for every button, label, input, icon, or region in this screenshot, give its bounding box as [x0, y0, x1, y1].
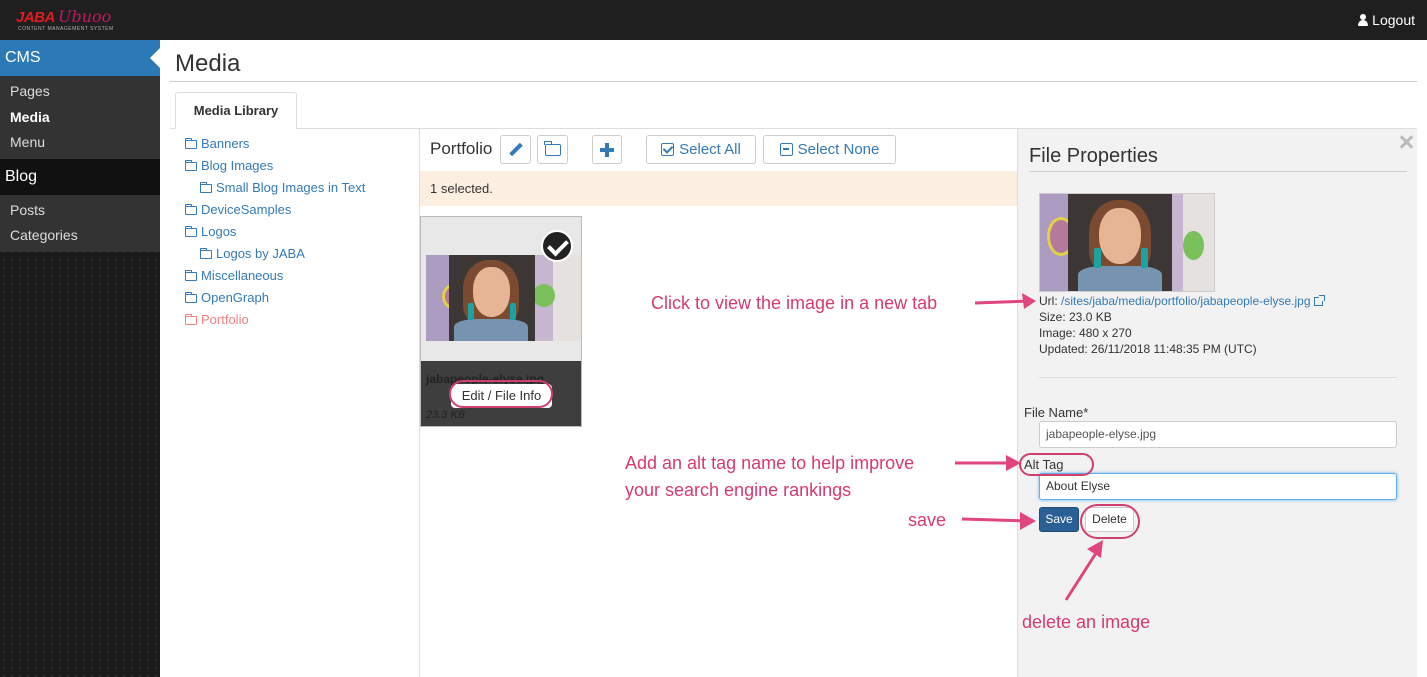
file-name-field[interactable]: jabapeople-elyse.jpg	[1039, 421, 1397, 448]
properties-divider-2	[1039, 377, 1397, 378]
delete-highlight	[1080, 504, 1140, 539]
annotation-view-image: Click to view the image in a new tab	[651, 293, 938, 313]
selection-status: 1 selected.	[420, 171, 1017, 206]
folder-label: Miscellaneous	[201, 268, 284, 283]
folder-blog-images[interactable]: Blog Images	[170, 155, 419, 177]
folder-logos-by-jaba[interactable]: Logos by JABA	[170, 243, 419, 265]
logo-text: JABA	[16, 9, 55, 26]
external-link-icon[interactable]	[1313, 295, 1325, 306]
cms-items: Pages Media Menu	[0, 76, 160, 159]
folder-icon	[200, 247, 212, 259]
folder-icon	[185, 291, 197, 303]
folder-logos[interactable]: Logos	[170, 221, 419, 243]
file-name-label: File Name*	[1024, 405, 1089, 420]
user-icon	[1358, 14, 1369, 26]
folder-icon	[185, 159, 197, 171]
folder-opengraph[interactable]: OpenGraph	[170, 287, 419, 309]
alt-tag-highlight	[1019, 453, 1094, 476]
annotation-delete: delete an image	[1022, 612, 1151, 632]
sidebar-item-media[interactable]: Media	[0, 105, 160, 131]
media-thumbnail[interactable]	[426, 255, 581, 341]
file-url: Url: /sites/jaba/media/portfolio/jabapeo…	[1039, 294, 1325, 308]
folder-icon	[200, 181, 212, 193]
check-square-icon	[661, 143, 675, 156]
select-none-button[interactable]: Select None	[763, 135, 896, 164]
sidebar-item-pages[interactable]: Pages	[0, 79, 160, 105]
plus-icon	[600, 142, 614, 157]
properties-thumbnail	[1039, 193, 1215, 292]
upload-button[interactable]	[592, 135, 622, 164]
folder-label: Portfolio	[201, 312, 249, 327]
edit-file-info-highlight	[449, 380, 553, 408]
pencil-icon	[509, 143, 523, 157]
page-title: Media	[175, 50, 241, 77]
select-none-label: Select None	[797, 141, 880, 158]
folder-icon	[185, 225, 197, 237]
annotation-save: save	[908, 510, 947, 530]
folder-label: Banners	[201, 136, 250, 151]
folder-open-icon	[544, 140, 561, 156]
rename-folder-button[interactable]	[500, 135, 531, 164]
file-url-link[interactable]: /sites/jaba/media/portfolio/jabapeople-e…	[1061, 294, 1311, 308]
folder-miscellaneous[interactable]: Miscellaneous	[170, 265, 419, 287]
media-toolbar: Portfolio Select All Select None	[420, 129, 1017, 170]
folder-label: OpenGraph	[201, 290, 269, 305]
jaba-logo[interactable]: JABA Ubuoo CONTENT MANAGEMENT SYSTEM	[14, 6, 124, 34]
sidebar: CMS Pages Media Menu Blog Posts Categori…	[0, 40, 160, 677]
select-all-label: Select All	[679, 141, 741, 158]
title-divider	[170, 81, 1417, 82]
sidebar-item-categories[interactable]: Categories	[0, 223, 160, 249]
file-properties-title: File Properties	[1029, 145, 1158, 167]
logout-link[interactable]: Logout	[1358, 12, 1415, 28]
image-dimensions: Image: 480 x 270	[1039, 326, 1132, 340]
sidebar-item-menu[interactable]: Menu	[0, 130, 160, 156]
folder-label: DeviceSamples	[201, 202, 292, 217]
blog-items: Posts Categories	[0, 194, 160, 252]
top-bar: JABA Ubuoo CONTENT MANAGEMENT SYSTEM Log…	[0, 0, 1427, 40]
folder-label: Small Blog Images in Text	[216, 180, 366, 195]
annotation-alt-tag-line1: Add an alt tag name to help improve	[625, 453, 915, 473]
folder-icon	[185, 269, 197, 281]
folder-banners[interactable]: Banners	[170, 133, 419, 155]
media-item-size: 23.3 KB	[426, 409, 466, 421]
tab-media-library[interactable]: Media Library	[175, 92, 297, 129]
folder-portfolio[interactable]: Portfolio	[170, 309, 419, 331]
folder-label: Blog Images	[201, 158, 274, 173]
folder-icon	[185, 313, 197, 325]
folder-tree: Banners Blog Images Small Blog Images in…	[170, 129, 420, 677]
folder-icon	[185, 203, 197, 215]
minus-square-icon	[779, 143, 793, 156]
folder-label: Logos by JABA	[216, 246, 305, 261]
folder-small-blog-images[interactable]: Small Blog Images in Text	[170, 177, 419, 199]
folder-icon	[185, 137, 197, 149]
sidebar-section-blog[interactable]: Blog	[0, 158, 160, 195]
logo-tagline: CONTENT MANAGEMENT SYSTEM	[18, 26, 114, 32]
current-folder-name: Portfolio	[430, 139, 493, 158]
new-folder-button[interactable]	[537, 135, 568, 164]
logout-label: Logout	[1372, 12, 1415, 28]
logo-script: Ubuoo	[58, 7, 112, 26]
url-label: Url:	[1039, 294, 1058, 308]
file-size: Size: 23.0 KB	[1039, 310, 1112, 324]
sidebar-item-posts[interactable]: Posts	[0, 198, 160, 224]
updated-date: Updated: 26/11/2018 11:48:35 PM (UTC)	[1039, 342, 1257, 356]
close-icon[interactable]	[1399, 135, 1413, 149]
folder-device-samples[interactable]: DeviceSamples	[170, 199, 419, 221]
save-button[interactable]: Save	[1039, 507, 1079, 532]
selected-check-icon[interactable]	[541, 230, 573, 262]
annotation-alt-tag-line2: your search engine rankings	[625, 480, 852, 500]
properties-divider	[1029, 171, 1407, 172]
file-properties-panel: File Properties Url: /sites/jaba/media/p…	[1017, 129, 1417, 677]
sidebar-section-cms[interactable]: CMS	[0, 40, 160, 76]
alt-tag-field[interactable]: About Elyse	[1039, 473, 1397, 500]
folder-label: Logos	[201, 224, 237, 239]
select-all-button[interactable]: Select All	[646, 135, 756, 164]
